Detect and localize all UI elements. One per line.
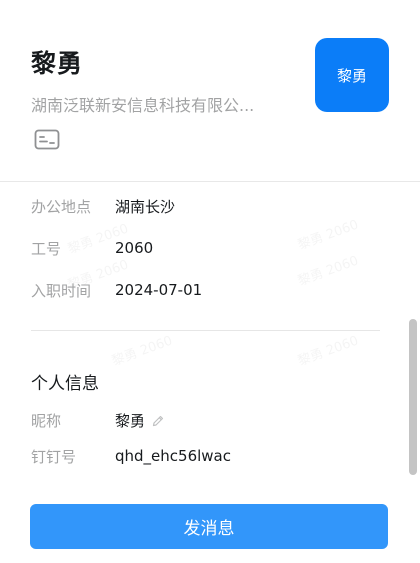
profile-name: 黎勇 <box>31 49 84 78</box>
hire-date-row: 入职时间 2024-07-01 <box>31 279 202 301</box>
employee-id-row: 工号 2060 <box>31 237 153 259</box>
send-message-button[interactable]: 发消息 <box>30 504 388 549</box>
dingtalk-id-value[interactable]: qhd_ehc56lwac <box>115 447 231 465</box>
hire-date-value: 2024-07-01 <box>115 281 203 299</box>
nickname-row: 昵称 黎勇 <box>31 409 165 431</box>
nickname-label: 昵称 <box>31 411 62 430</box>
pencil-icon[interactable] <box>151 413 165 427</box>
scrollbar[interactable] <box>409 319 417 475</box>
business-card-icon[interactable] <box>34 129 60 150</box>
office-location-value: 湖南长沙 <box>115 197 176 216</box>
office-location-label: 办公地点 <box>31 197 92 216</box>
office-location-row: 办公地点 湖南长沙 <box>31 195 175 217</box>
section-divider <box>31 330 380 331</box>
company-name[interactable]: 湖南泛联新安信息科技有限公... <box>31 92 293 116</box>
avatar[interactable]: 黎勇 <box>315 38 389 112</box>
employee-id-value: 2060 <box>115 239 154 257</box>
nickname-value: 黎勇 <box>115 411 146 430</box>
profile-header: 黎勇 湖南泛联新安信息科技有限公... 黎勇 <box>0 0 420 182</box>
hire-date-label: 入职时间 <box>31 281 92 300</box>
personal-info-title: 个人信息 <box>31 374 99 394</box>
dingtalk-id-label: 钉钉号 <box>31 447 77 466</box>
dingtalk-id-row: 钉钉号 qhd_ehc56lwac <box>31 445 231 467</box>
employee-id-label: 工号 <box>31 239 62 258</box>
profile-card: 黎勇 湖南泛联新安信息科技有限公... 黎勇 黎勇 2060 黎勇 2060 黎… <box>0 0 420 563</box>
